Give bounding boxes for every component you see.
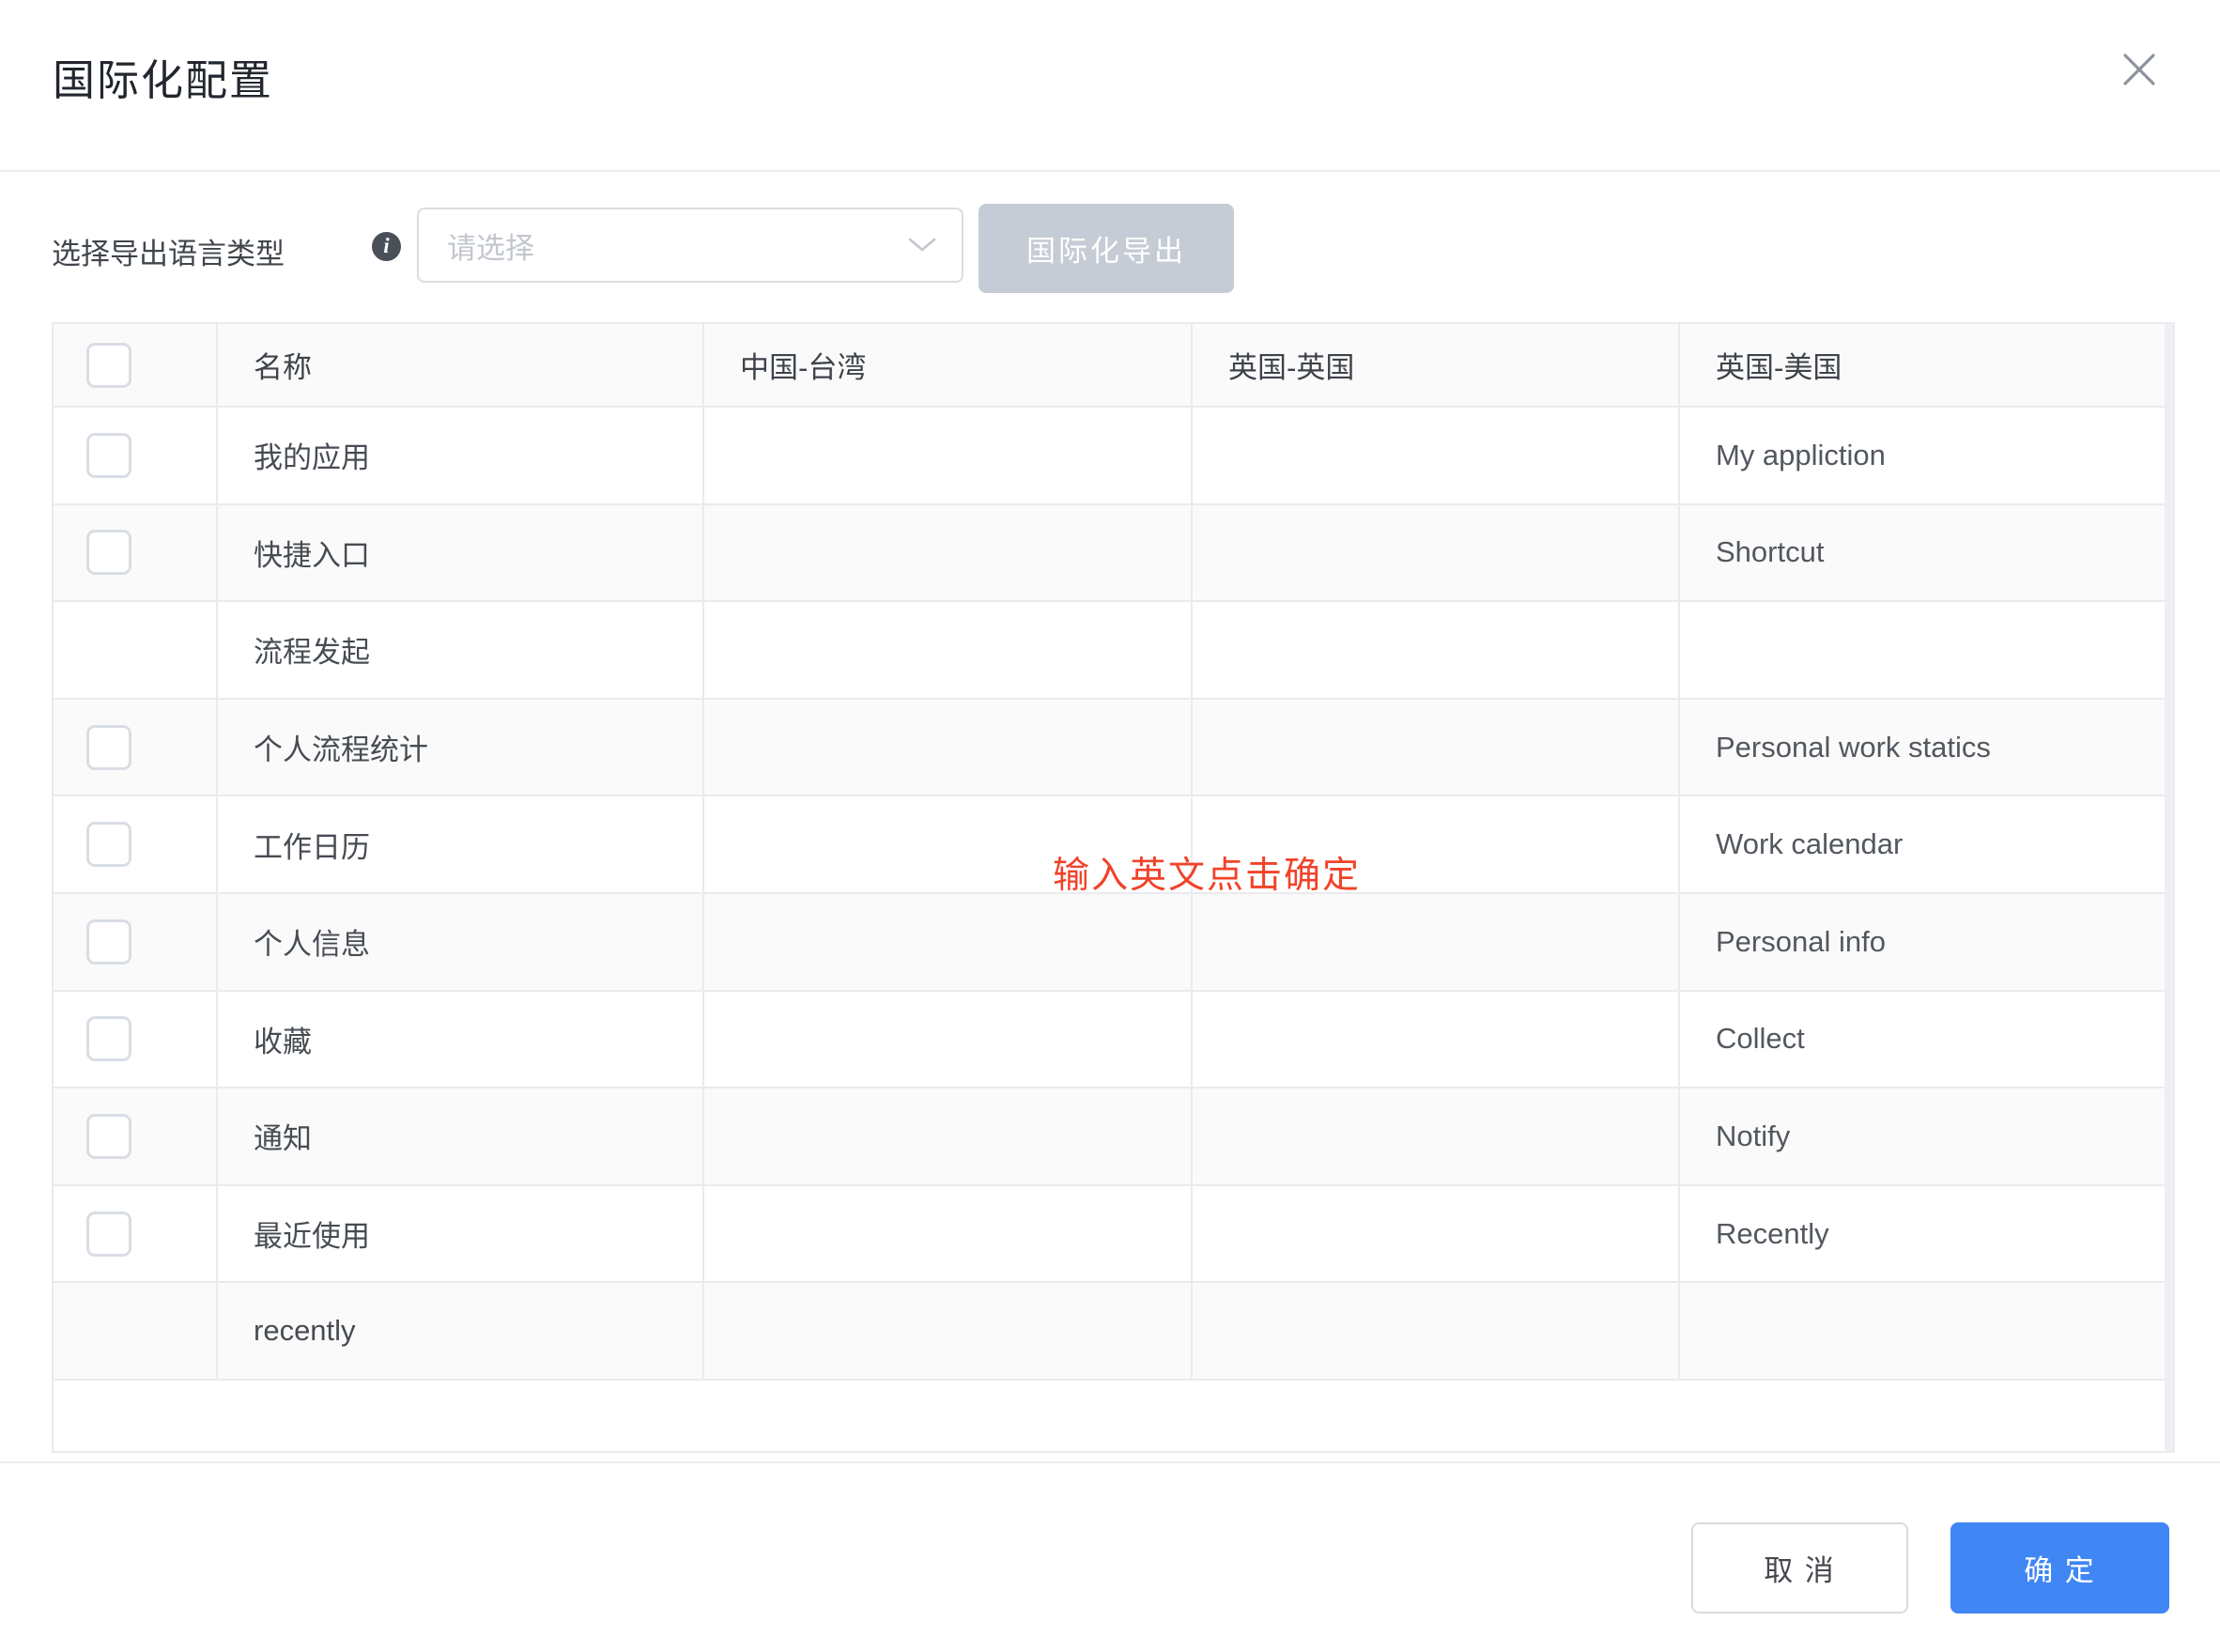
- row-name-cell: recently: [216, 1283, 702, 1379]
- row-en-gb-cell[interactable]: [1191, 1088, 1678, 1184]
- row-en-gb-cell[interactable]: [1191, 894, 1678, 990]
- row-en-gb-cell[interactable]: [1191, 602, 1678, 698]
- row-en-gb-cell[interactable]: [1191, 1283, 1678, 1379]
- info-icon: i: [372, 232, 401, 261]
- row-en-us-cell[interactable]: Recently: [1678, 1186, 2173, 1282]
- row-en-us-cell[interactable]: Shortcut: [1678, 505, 2173, 601]
- select-all-checkbox[interactable]: [86, 343, 131, 388]
- row-checkbox-cell: [54, 894, 216, 990]
- row-en-us-cell[interactable]: Personal work statics: [1678, 700, 2173, 795]
- row-checkbox[interactable]: [86, 530, 131, 575]
- i18n-export-button[interactable]: 国际化导出: [979, 204, 1234, 293]
- row-checkbox[interactable]: [86, 822, 131, 867]
- table-row: 最近使用 Recently: [54, 1186, 2173, 1284]
- table-row: 收藏 Collect: [54, 992, 2173, 1089]
- table-footer-row: [54, 1381, 2173, 1451]
- table-row: recently: [54, 1283, 2173, 1381]
- table-row: 快捷入口 Shortcut: [54, 505, 2173, 603]
- cancel-button[interactable]: 取 消: [1691, 1522, 1908, 1613]
- row-en-us-cell[interactable]: Work calendar: [1678, 796, 2173, 892]
- column-header-zh-tw: 中国-台湾: [702, 324, 1191, 406]
- table-header-row: 名称 中国-台湾 英国-英国 英国-美国: [54, 324, 2173, 408]
- row-checkbox[interactable]: [86, 919, 131, 965]
- row-en-us-cell[interactable]: [1678, 1283, 2173, 1379]
- row-zh-tw-cell[interactable]: [702, 408, 1191, 503]
- column-header-en-gb: 英国-英国: [1191, 324, 1678, 406]
- annotation-text: 输入英文点击确定: [1053, 855, 1361, 898]
- row-zh-tw-cell[interactable]: [702, 1186, 1191, 1282]
- column-header-name: 名称: [216, 324, 702, 406]
- row-checkbox-cell: [54, 602, 216, 698]
- language-select-placeholder: 请选择: [447, 224, 907, 267]
- chevron-down-icon: [907, 237, 937, 254]
- row-en-us-cell[interactable]: Personal info: [1678, 894, 2173, 990]
- row-en-us-cell[interactable]: Notify: [1678, 1088, 2173, 1184]
- row-checkbox-cell: [54, 700, 216, 795]
- column-header-en-us: 英国-美国: [1678, 324, 2173, 406]
- row-name-cell: 最近使用: [216, 1186, 702, 1282]
- row-checkbox-cell: [54, 505, 216, 601]
- row-zh-tw-cell[interactable]: [702, 894, 1191, 990]
- row-checkbox-cell: [54, 1283, 216, 1379]
- row-checkbox-cell: [54, 992, 216, 1088]
- row-checkbox-cell: [54, 1088, 216, 1184]
- table-row: 个人信息 Personal info: [54, 894, 2173, 992]
- row-name-cell: 我的应用: [216, 408, 702, 503]
- row-zh-tw-cell[interactable]: [702, 1088, 1191, 1184]
- row-en-gb-cell[interactable]: [1191, 1186, 1678, 1282]
- table-row: 个人流程统计 Personal work statics: [54, 700, 2173, 797]
- header-divider: [0, 170, 2220, 172]
- row-zh-tw-cell[interactable]: [702, 700, 1191, 795]
- page-title: 国际化配置: [53, 56, 273, 105]
- row-name-cell: 快捷入口: [216, 505, 702, 601]
- row-en-gb-cell[interactable]: [1191, 505, 1678, 601]
- row-checkbox[interactable]: [86, 725, 131, 770]
- select-all-cell: [54, 324, 216, 406]
- row-name-cell: 流程发起: [216, 602, 702, 698]
- row-checkbox[interactable]: [86, 1016, 131, 1061]
- language-select[interactable]: 请选择: [417, 208, 964, 283]
- row-en-gb-cell[interactable]: [1191, 408, 1678, 503]
- row-checkbox[interactable]: [86, 1212, 131, 1257]
- row-checkbox-cell: [54, 796, 216, 892]
- row-checkbox[interactable]: [86, 1114, 131, 1159]
- row-name-cell: 个人流程统计: [216, 700, 702, 795]
- row-en-us-cell[interactable]: [1678, 602, 2173, 698]
- table-row: 流程发起: [54, 602, 2173, 700]
- row-name-cell: 工作日历: [216, 796, 702, 892]
- row-en-us-cell[interactable]: My appliction: [1678, 408, 2173, 503]
- row-zh-tw-cell[interactable]: [702, 602, 1191, 698]
- table-row: 通知 Notify: [54, 1088, 2173, 1186]
- row-zh-tw-cell[interactable]: [702, 505, 1191, 601]
- close-icon: [2120, 51, 2158, 88]
- row-name-cell: 收藏: [216, 992, 702, 1088]
- row-en-gb-cell[interactable]: [1191, 700, 1678, 795]
- row-name-cell: 个人信息: [216, 894, 702, 990]
- row-en-us-cell[interactable]: Collect: [1678, 992, 2173, 1088]
- scrollbar-gutter: [2165, 324, 2173, 1451]
- row-name-cell: 通知: [216, 1088, 702, 1184]
- row-checkbox-cell: [54, 408, 216, 503]
- row-checkbox[interactable]: [86, 433, 131, 478]
- row-checkbox-cell: [54, 1186, 216, 1282]
- row-zh-tw-cell[interactable]: [702, 992, 1191, 1088]
- table-row: 我的应用 My appliction: [54, 408, 2173, 505]
- export-language-label: 选择导出语言类型: [52, 230, 285, 272]
- confirm-button[interactable]: 确 定: [1950, 1522, 2169, 1613]
- row-en-gb-cell[interactable]: [1191, 992, 1678, 1088]
- row-zh-tw-cell[interactable]: [702, 1283, 1191, 1379]
- close-button[interactable]: [2111, 41, 2167, 98]
- footer-divider: [0, 1461, 2220, 1463]
